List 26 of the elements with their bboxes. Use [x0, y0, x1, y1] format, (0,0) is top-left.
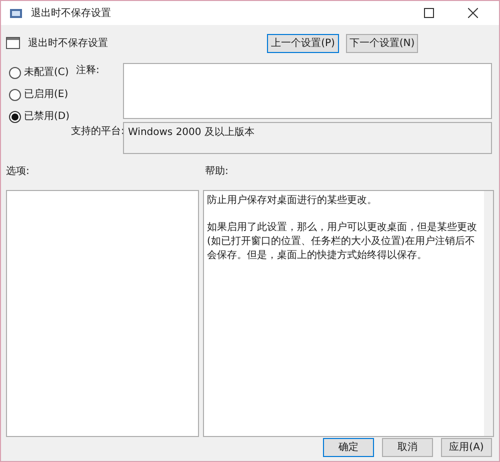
help-paragraph: 防止用户保存对桌面进行的某些更改。 [207, 194, 378, 208]
radio-option[interactable]: 未配置(C) [9, 65, 71, 80]
window-title: 退出时不保存设置 [31, 6, 111, 20]
help-label: 帮助: [205, 164, 228, 179]
maximize-icon [424, 8, 434, 18]
radio-option[interactable]: 已禁用(D) [9, 109, 71, 124]
dialog-button[interactable]: 上一个设置(P) [267, 34, 339, 52]
dialog-button[interactable]: 取消 [382, 438, 433, 457]
help-paragraph: 如果启用了此设置，那么，用户可以更改桌面，但是某些更改(如已打开窗口的位置、任务栏的大小及位置)在用户注销后不会保存。但是，桌面上的快捷方式始终得以保存。 [207, 221, 478, 263]
setting-title: 退出时不保存设置 [28, 36, 108, 50]
comment-label: 注释: [75, 64, 100, 78]
scrollbar[interactable] [484, 191, 493, 436]
options-label: 选项: [6, 164, 30, 179]
radio-button[interactable] [9, 66, 21, 78]
radio-option[interactable]: 已启用(E) [9, 87, 71, 102]
close-icon [468, 8, 478, 18]
dialog-button[interactable]: 下一个设置(N) [346, 34, 418, 52]
app-icon [9, 6, 23, 20]
dialog-button[interactable]: 确定 [323, 438, 374, 457]
radio-button[interactable] [9, 110, 21, 122]
dialog-button[interactable]: 应用(A) [441, 438, 492, 457]
setting-icon [6, 36, 20, 50]
platform-field: Windows 2000 及以上版本 [123, 122, 492, 154]
comment-field[interactable] [123, 63, 492, 119]
platform-label: 支持的平台: [71, 124, 123, 139]
radio-button[interactable] [9, 88, 21, 100]
